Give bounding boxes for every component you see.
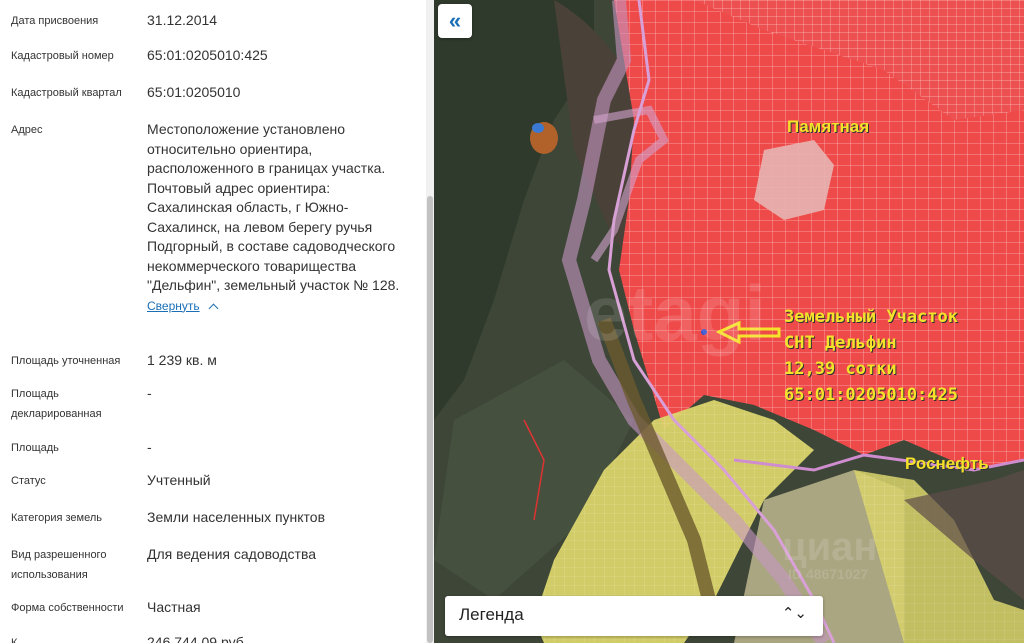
detail-value: 65:01:0205010:425 (147, 47, 268, 63)
legend-label: Легенда (459, 605, 524, 624)
legend-select[interactable]: Легенда ⌃⌄ (445, 596, 823, 636)
detail-label: Площадь (11, 442, 59, 454)
detail-label: Кадастровый номер (11, 50, 114, 62)
scrollbar-thumb[interactable] (427, 196, 433, 643)
label-plot-line4: 65:01:0205010:425 (784, 385, 958, 405)
detail-label: Дата присвоения (11, 15, 99, 27)
up-down-chevron-icon: ⌃⌄ (781, 605, 807, 622)
detail-value: 1 239 кв. м (147, 352, 217, 368)
detail-label: Площадь уточненная (11, 355, 121, 367)
detail-value: 65:01:0205010 (147, 84, 241, 100)
chevron-up-icon (208, 303, 219, 313)
detail-label: К (11, 637, 18, 643)
watermark-id: ID 48671027 (788, 566, 869, 582)
details-scrollbar[interactable] (426, 0, 434, 643)
label-plot-line2: СНТ Дельфин (784, 333, 897, 353)
address-value: Местоположение установлено относительно … (147, 121, 400, 293)
detail-value: Для ведения садоводства (147, 546, 317, 562)
detail-value: - (147, 385, 152, 401)
detail-value: - (147, 439, 152, 455)
detail-value: Учтенный (147, 472, 211, 488)
label-plot-line1: Земельный Участок (784, 307, 958, 327)
detail-label: Площадь декларированная (11, 388, 102, 420)
label-pamyatnaya: Памятная (787, 117, 870, 136)
double-chevron-left-icon: « (448, 8, 462, 33)
watermark-etagi: etagi (584, 269, 767, 357)
label-rosneft: Роснефть (905, 454, 989, 473)
detail-value: Частная (147, 599, 201, 615)
address-collapse-label: Свернуть (147, 298, 200, 313)
detail-label: Категория земель (11, 512, 102, 524)
watermark-cian: циан (782, 525, 878, 569)
detail-label: Статус (11, 475, 46, 487)
address-block: Местоположение установлено относительно … (147, 120, 415, 316)
label-plot-line3: 12,39 сотки (784, 359, 897, 379)
detail-value: Земли населенных пунктов (147, 509, 326, 525)
detail-value: 246 744,09 руб. (147, 634, 248, 643)
address-collapse-link[interactable]: Свернуть (147, 297, 219, 317)
cadastral-map[interactable]: etagi циан ID 48671027 Памятная Земельны… (434, 0, 1024, 643)
collapse-panel-button[interactable]: « (438, 4, 472, 38)
detail-label: Адрес (11, 124, 43, 136)
detail-value: 31.12.2014 (147, 12, 218, 28)
detail-label: Кадастровый квартал (11, 87, 122, 99)
detail-label: Форма собственности (11, 602, 124, 614)
detail-label: Вид разрешенного использования (11, 549, 107, 581)
property-details-panel: Дата присвоения 31.12.2014 Кадастровый н… (0, 0, 426, 643)
